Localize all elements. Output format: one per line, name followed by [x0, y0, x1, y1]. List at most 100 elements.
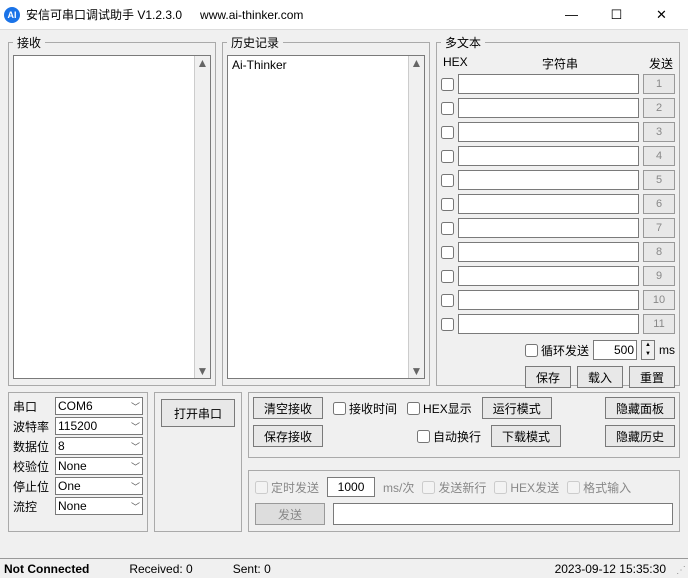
hex-send-checkbox [494, 481, 507, 494]
parity-label: 校验位 [13, 458, 51, 475]
run-mode-button[interactable]: 运行模式 [482, 397, 552, 419]
hide-panel-button[interactable]: 隐藏面板 [605, 397, 675, 419]
string-input[interactable] [458, 98, 639, 118]
databits-combo[interactable]: 8 [55, 437, 143, 455]
stop-label: 停止位 [13, 478, 51, 495]
send-row-button[interactable]: 1 [643, 74, 675, 94]
send-row-button[interactable]: 11 [643, 314, 675, 334]
col-string: 字符串 [479, 55, 641, 72]
format-input-checkbox [567, 481, 580, 494]
send-row-button[interactable]: 5 [643, 170, 675, 190]
hide-history-button[interactable]: 隐藏历史 [605, 425, 675, 447]
port-label: 串口 [13, 398, 51, 415]
resize-grip-icon[interactable]: ⋰ [676, 565, 686, 576]
maximize-button[interactable]: ☐ [594, 1, 639, 29]
string-input[interactable] [458, 242, 639, 262]
hex-checkbox[interactable] [441, 78, 454, 91]
send-newline-checkbox [422, 481, 435, 494]
string-input[interactable] [458, 146, 639, 166]
receive-textarea[interactable]: ▲▼ [13, 55, 211, 379]
timed-send-checkbox [255, 481, 268, 494]
string-input[interactable] [458, 122, 639, 142]
string-input[interactable] [458, 266, 639, 286]
hex-checkbox[interactable] [441, 102, 454, 115]
scrollbar[interactable]: ▲▼ [194, 56, 210, 378]
interval-input[interactable] [327, 477, 375, 497]
close-button[interactable]: ✕ [639, 1, 684, 29]
send-panel: 定时发送 ms/次 发送新行 HEX发送 格式输入 发送 [248, 470, 680, 532]
load-multitext-button[interactable]: 载入 [577, 366, 623, 388]
hex-checkbox[interactable] [441, 126, 454, 139]
history-legend: 历史记录 [227, 34, 283, 51]
loop-send-checkbox[interactable] [525, 344, 538, 357]
hex-checkbox[interactable] [441, 246, 454, 259]
multitext-row: 5 [441, 170, 675, 190]
send-row-button[interactable]: 9 [643, 266, 675, 286]
hex-checkbox[interactable] [441, 294, 454, 307]
recv-time-checkbox[interactable] [333, 402, 346, 415]
multitext-row: 3 [441, 122, 675, 142]
loop-interval-spinner[interactable]: ▲▼ [641, 340, 655, 360]
history-textarea[interactable]: Ai-Thinker ▲▼ [227, 55, 425, 379]
multitext-row: 1 [441, 74, 675, 94]
open-port-button[interactable]: 打开串口 [161, 399, 235, 427]
minimize-button[interactable]: — [549, 1, 594, 29]
send-row-button[interactable]: 10 [643, 290, 675, 310]
string-input[interactable] [458, 290, 639, 310]
string-input[interactable] [458, 74, 639, 94]
data-label: 数据位 [13, 438, 51, 455]
multitext-row: 11 [441, 314, 675, 334]
send-row-button[interactable]: 8 [643, 242, 675, 262]
hex-checkbox[interactable] [441, 198, 454, 211]
hex-checkbox[interactable] [441, 222, 454, 235]
status-bar: Not Connected Received: 0 Sent: 0 2023-0… [0, 558, 688, 578]
multitext-row: 9 [441, 266, 675, 286]
app-icon: AI [4, 7, 20, 23]
loop-unit: ms [659, 343, 675, 357]
send-message-input[interactable] [333, 503, 673, 525]
stopbits-combo[interactable]: One [55, 477, 143, 495]
parity-combo[interactable]: None [55, 457, 143, 475]
save-multitext-button[interactable]: 保存 [525, 366, 571, 388]
clear-receive-button[interactable]: 清空接收 [253, 397, 323, 419]
send-row-button[interactable]: 7 [643, 218, 675, 238]
flow-label: 流控 [13, 498, 51, 515]
download-mode-button[interactable]: 下载模式 [491, 425, 561, 447]
string-input[interactable] [458, 194, 639, 214]
send-row-button[interactable]: 6 [643, 194, 675, 214]
string-input[interactable] [458, 170, 639, 190]
hex-checkbox[interactable] [441, 318, 454, 331]
hex-display-checkbox[interactable] [407, 402, 420, 415]
send-row-button[interactable]: 2 [643, 98, 675, 118]
receive-panel: 接收 ▲▼ [8, 34, 216, 386]
window-title: 安信可串口调试助手 V1.2.3.0 [26, 6, 182, 23]
interval-unit: ms/次 [383, 479, 414, 496]
send-button: 发送 [255, 503, 325, 525]
multitext-row: 6 [441, 194, 675, 214]
control-panel: 清空接收 接收时间 HEX显示 运行模式 隐藏面板 保存接收 自动换行 下载模式… [248, 392, 680, 458]
port-combo[interactable]: COM6 [55, 397, 143, 415]
string-input[interactable] [458, 314, 639, 334]
send-row-button[interactable]: 4 [643, 146, 675, 166]
reset-multitext-button[interactable]: 重置 [629, 366, 675, 388]
multitext-row: 8 [441, 242, 675, 262]
col-send: 发送 [641, 55, 673, 72]
auto-wrap-checkbox[interactable] [417, 430, 430, 443]
loop-interval-input[interactable] [593, 340, 637, 360]
save-receive-button[interactable]: 保存接收 [253, 425, 323, 447]
hex-checkbox[interactable] [441, 270, 454, 283]
send-row-button[interactable]: 3 [643, 122, 675, 142]
baud-combo[interactable]: 115200 [55, 417, 143, 435]
string-input[interactable] [458, 218, 639, 238]
loop-send-label: 循环发送 [541, 342, 589, 359]
hex-checkbox[interactable] [441, 150, 454, 163]
status-sent: Sent: 0 [233, 562, 271, 576]
col-hex: HEX [443, 55, 479, 72]
history-content: Ai-Thinker [228, 56, 424, 74]
hex-checkbox[interactable] [441, 174, 454, 187]
window-url: www.ai-thinker.com [200, 8, 303, 22]
flow-combo[interactable]: None [55, 497, 143, 515]
scrollbar[interactable]: ▲▼ [408, 56, 424, 378]
multitext-row: 10 [441, 290, 675, 310]
multitext-row: 7 [441, 218, 675, 238]
